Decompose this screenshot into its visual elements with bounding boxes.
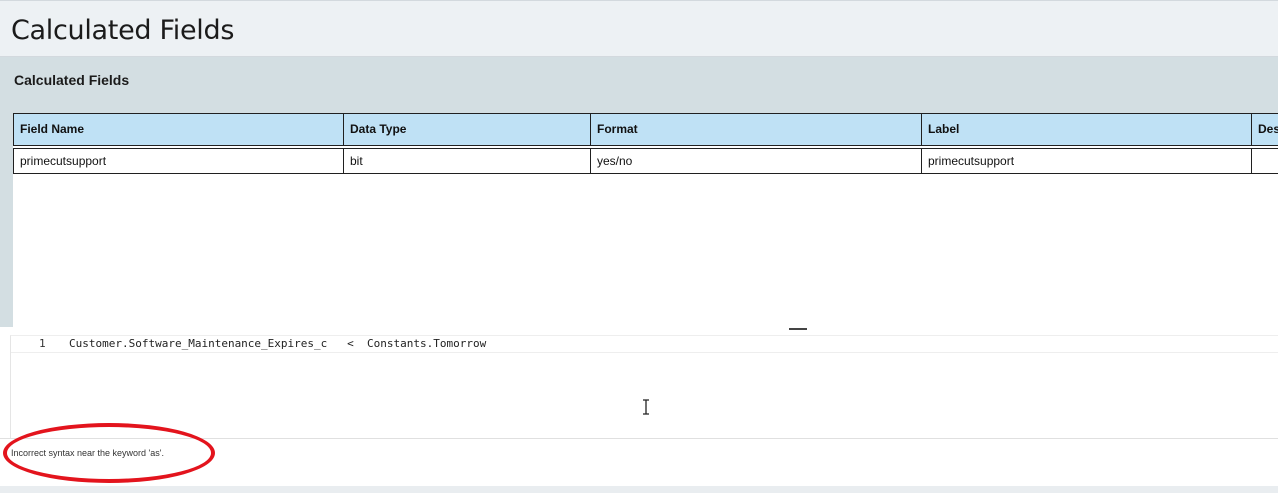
- page-header: Calculated Fields: [0, 0, 1278, 57]
- cell-data-type[interactable]: bit: [344, 148, 591, 174]
- cell-field-name[interactable]: primecutsupport: [13, 148, 344, 174]
- column-header-label[interactable]: Label: [922, 113, 1252, 146]
- code-text[interactable]: Customer.Software_Maintenance_Expires_c …: [69, 336, 486, 352]
- calculated-fields-grid[interactable]: Field Name Data Type Format Label Desc p…: [13, 113, 1278, 373]
- expression-editor[interactable]: 1 Customer.Software_Maintenance_Expires_…: [10, 335, 1278, 439]
- column-header-description[interactable]: Desc: [1252, 113, 1278, 146]
- column-header-field-name[interactable]: Field Name: [13, 113, 344, 146]
- code-line[interactable]: 1 Customer.Software_Maintenance_Expires_…: [11, 336, 1278, 353]
- cell-label[interactable]: primecutsupport: [922, 148, 1252, 174]
- red-highlight-circle: [3, 423, 215, 483]
- cell-description[interactable]: [1252, 148, 1278, 174]
- page-title: Calculated Fields: [11, 15, 235, 46]
- text-cursor-icon: [643, 399, 649, 415]
- calculated-fields-panel: Calculated Fields Field Name Data Type F…: [0, 57, 1278, 373]
- panel-resize-handle[interactable]: [789, 328, 807, 330]
- line-number: 1: [39, 337, 46, 350]
- column-header-data-type[interactable]: Data Type: [344, 113, 591, 146]
- cell-format[interactable]: yes/no: [591, 148, 922, 174]
- panel-title: Calculated Fields: [14, 72, 130, 88]
- bottom-strip: [0, 486, 1278, 493]
- column-header-format[interactable]: Format: [591, 113, 922, 146]
